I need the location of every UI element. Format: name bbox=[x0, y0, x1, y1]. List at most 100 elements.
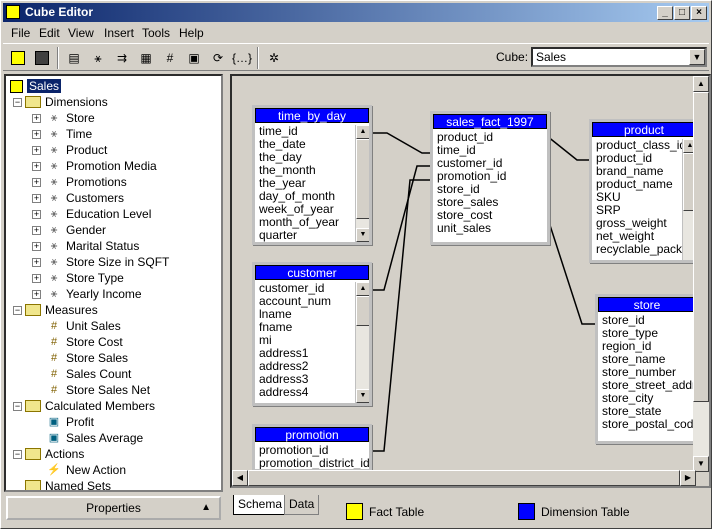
calculated-member-icon[interactable]: {…} bbox=[231, 47, 253, 69]
tree-item[interactable]: ⚹ Customers bbox=[46, 190, 124, 206]
scroll-up-icon[interactable]: ▲ bbox=[693, 76, 709, 92]
tree-item[interactable]: ⚹ Store Type bbox=[46, 270, 124, 286]
scroll-down-icon[interactable]: ▼ bbox=[356, 389, 369, 403]
tree-item-label: Sales Count bbox=[66, 367, 132, 381]
tree-item[interactable]: # Unit Sales bbox=[46, 318, 121, 334]
scroll-right-icon[interactable]: ▶ bbox=[680, 470, 696, 486]
tree-dimensions-folder[interactable]: Dimensions bbox=[25, 94, 108, 110]
menu-file[interactable]: File bbox=[11, 26, 30, 40]
expand-icon[interactable]: + bbox=[32, 162, 41, 171]
wizard-icon[interactable]: ✲ bbox=[263, 47, 285, 69]
table-store[interactable]: store store_id store_type region_id store_n… bbox=[595, 294, 699, 444]
tree-root[interactable]: Sales bbox=[10, 78, 62, 94]
table-time-by-day[interactable]: time_by_day time_id the_date the_day the_mo… bbox=[252, 105, 372, 245]
scroll-thumb[interactable] bbox=[248, 470, 680, 486]
expand-icon[interactable]: + bbox=[32, 258, 41, 267]
scroll-up-icon[interactable]: ▲ bbox=[356, 125, 369, 139]
canvas-horizontal-scrollbar[interactable]: ◀ ▶ bbox=[232, 470, 696, 486]
tree-item[interactable]: ⚹ Education Level bbox=[46, 206, 152, 222]
table-column[interactable]: recyclable_packag bbox=[594, 243, 695, 256]
measure-icon: # bbox=[50, 336, 58, 348]
table-column[interactable]: store_postal_code bbox=[600, 418, 696, 431]
tree-action-item[interactable]: ⚡ New Action bbox=[46, 462, 126, 478]
table-column[interactable]: quarter bbox=[257, 229, 353, 242]
tree-item[interactable]: # Sales Count bbox=[46, 366, 131, 382]
scroll-thumb[interactable] bbox=[693, 92, 709, 402]
table-column[interactable]: unit_sales bbox=[435, 222, 545, 235]
scroll-up-icon[interactable]: ▲ bbox=[356, 282, 369, 296]
tree-item[interactable]: ▣ Sales Average bbox=[46, 430, 143, 446]
tree-item[interactable]: ⚹ Store Size in SQFT bbox=[46, 254, 170, 270]
properties-button[interactable]: Properties ▲ bbox=[6, 496, 221, 520]
table-scrollbar[interactable]: ▲ ▼ bbox=[355, 282, 369, 403]
title-bar[interactable]: Cube Editor _ □ × bbox=[3, 3, 709, 22]
link-icon[interactable]: ⇉ bbox=[111, 47, 133, 69]
expand-icon[interactable]: + bbox=[32, 290, 41, 299]
expand-icon[interactable]: + bbox=[32, 178, 41, 187]
table-promotion[interactable]: promotion promotion_id promotion_district… bbox=[252, 424, 372, 472]
tree-item[interactable]: ⚹ Promotions bbox=[46, 174, 127, 190]
tree-item[interactable]: ⚹ Gender bbox=[46, 222, 106, 238]
scroll-down-icon[interactable]: ▼ bbox=[356, 228, 369, 242]
menu-edit[interactable]: Edit bbox=[39, 26, 60, 40]
table-product[interactable]: product product_class_id product_id brand_… bbox=[589, 119, 699, 263]
expand-icon[interactable]: + bbox=[32, 194, 41, 203]
table-icon[interactable]: ▤ bbox=[63, 47, 85, 69]
save-icon[interactable] bbox=[31, 47, 53, 69]
canvas-vertical-scrollbar[interactable]: ▲ ▼ bbox=[693, 76, 709, 472]
expand-icon[interactable]: + bbox=[32, 114, 41, 123]
cube-select[interactable]: Sales ▼ bbox=[531, 47, 707, 67]
expand-icon[interactable]: + bbox=[32, 146, 41, 155]
close-icon[interactable]: × bbox=[691, 6, 707, 20]
table-header: product bbox=[592, 122, 696, 137]
table-sales-fact-1997[interactable]: sales_fact_1997 product_id time_id custome… bbox=[430, 111, 550, 245]
browse-data-icon[interactable]: ▣ bbox=[183, 47, 205, 69]
tree-item[interactable]: ⚹ Marital Status bbox=[46, 238, 140, 254]
scroll-left-icon[interactable]: ◀ bbox=[232, 470, 248, 486]
tree-named-sets-folder[interactable]: Named Sets bbox=[25, 478, 111, 490]
tab-data[interactable]: Data bbox=[284, 495, 320, 515]
scroll-thumb[interactable] bbox=[356, 296, 369, 326]
tree-item[interactable]: # Store Cost bbox=[46, 334, 123, 350]
process-icon[interactable]: ⟳ bbox=[207, 47, 229, 69]
menu-view[interactable]: View bbox=[68, 26, 94, 40]
table-column[interactable]: promotion_district_id bbox=[257, 457, 369, 470]
tab-schema[interactable]: Schema bbox=[233, 495, 288, 515]
expand-icon[interactable]: + bbox=[32, 210, 41, 219]
expand-icon[interactable]: + bbox=[32, 274, 41, 283]
expand-icon[interactable]: + bbox=[32, 226, 41, 235]
tree-item[interactable]: # Store Sales Net bbox=[46, 382, 150, 398]
tree-calculated-members-folder[interactable]: Calculated Members bbox=[25, 398, 155, 414]
collapse-icon[interactable]: − bbox=[13, 402, 22, 411]
table-scrollbar[interactable]: ▲ ▼ bbox=[355, 125, 369, 242]
tree-measures-folder[interactable]: Measures bbox=[25, 302, 98, 318]
tree-item[interactable]: ⚹ Time bbox=[46, 126, 93, 142]
menu-insert[interactable]: Insert bbox=[104, 26, 134, 40]
tree-actions-folder[interactable]: Actions bbox=[25, 446, 84, 462]
chevron-down-icon[interactable]: ▼ bbox=[689, 49, 705, 65]
collapse-icon[interactable]: − bbox=[13, 98, 22, 107]
schema-canvas[interactable]: time_by_day time_id the_date the_day the_mo… bbox=[230, 74, 711, 488]
tree-item[interactable]: ⚹ Yearly Income bbox=[46, 286, 142, 302]
minimize-icon[interactable]: _ bbox=[657, 6, 673, 20]
table-customer[interactable]: customer customer_id account_num lname fnam… bbox=[252, 262, 372, 406]
tree-item[interactable]: ⚹ Store bbox=[46, 110, 95, 126]
tree-item-label: Education Level bbox=[66, 207, 152, 221]
measure-icon[interactable]: # bbox=[159, 47, 181, 69]
table-column[interactable]: address4 bbox=[257, 386, 353, 399]
maximize-icon[interactable]: □ bbox=[674, 6, 690, 20]
expand-icon[interactable]: + bbox=[32, 242, 41, 251]
tree-item[interactable]: ⚹ Promotion Media bbox=[46, 158, 157, 174]
collapse-icon[interactable]: − bbox=[13, 450, 22, 459]
dimension-icon[interactable]: ⚹ bbox=[87, 47, 109, 69]
expand-icon[interactable]: + bbox=[32, 130, 41, 139]
collapse-icon[interactable]: − bbox=[13, 306, 22, 315]
tree-item[interactable]: ⚹ Product bbox=[46, 142, 108, 158]
new-cube-icon[interactable] bbox=[7, 47, 29, 69]
menu-tools[interactable]: Tools bbox=[142, 26, 170, 40]
scroll-thumb[interactable] bbox=[356, 139, 369, 219]
tree-item[interactable]: # Store Sales bbox=[46, 350, 128, 366]
tree-item[interactable]: ▣ Profit bbox=[46, 414, 94, 430]
menu-help[interactable]: Help bbox=[179, 26, 204, 40]
properties-icon[interactable]: ▦ bbox=[135, 47, 157, 69]
